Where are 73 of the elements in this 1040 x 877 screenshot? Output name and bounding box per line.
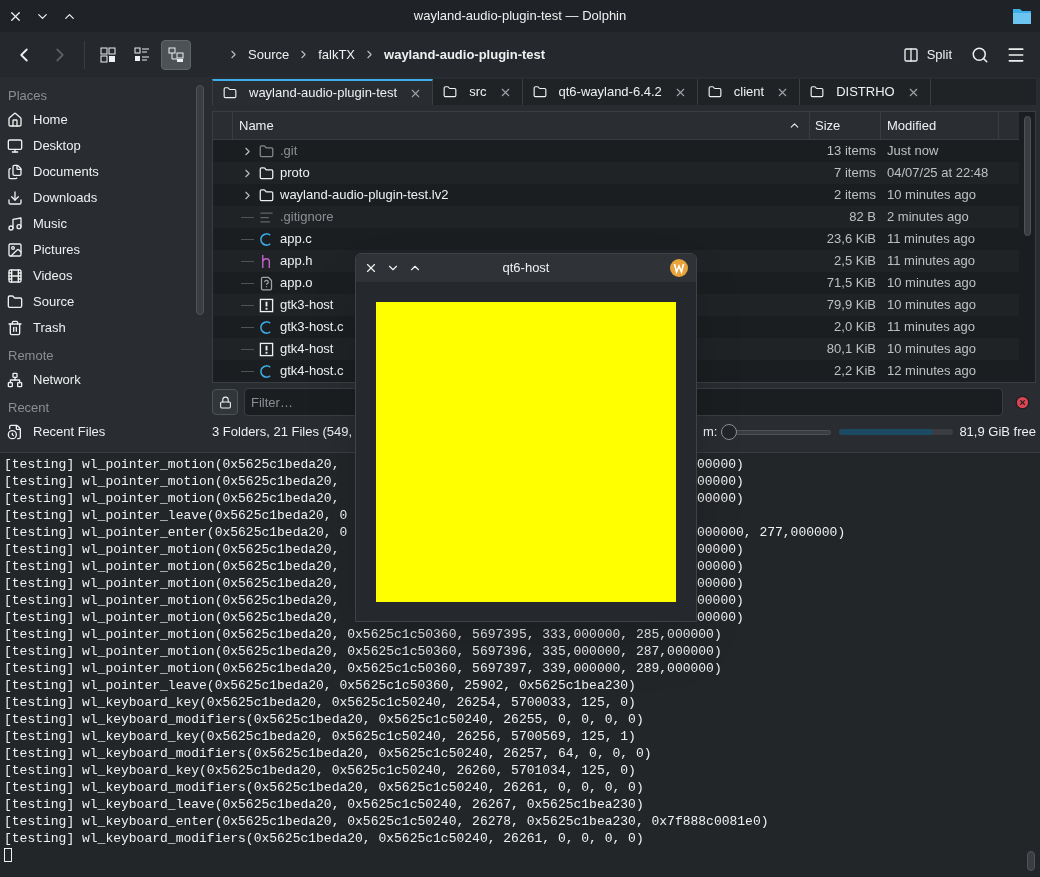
terminal-line: [testing] wl_keyboard_modifiers(0x5625c1beda20, 0x5625c1c50240, 26255, 0, 0, 0, 0) xyxy=(4,711,644,728)
terminal-line: [testing] wl_pointer_motion(0x5625c1beda20, xyxy=(4,610,340,625)
section-header: Places xyxy=(7,87,49,106)
file-size: 2,2 KiB xyxy=(833,362,877,381)
terminal-line: [testing] wl_pointer_motion(0x5625c1beda20, xyxy=(4,491,340,506)
modified-date: 10 minutes ago xyxy=(886,296,977,315)
terminal-line: [testing] wl_keyboard_modifiers(0x5625c1beda20, 0x5625c1c50240, 26261, 0, 0, 0, 0) xyxy=(4,779,644,796)
terminal-line: [testing] wl_pointer_leave(0x5625c1beda20, 0x5625c1c50360, 25902, 0x5625c1bea230) xyxy=(4,677,636,694)
file-size: 7 items xyxy=(833,164,877,183)
terminal-line: [testing] wl_pointer_motion(0x5625c1beda20, 0x5625c1c50360, 5697395, 333,000000, 285,000000) xyxy=(4,626,722,643)
terminal-line: 00000) xyxy=(697,592,744,609)
file-name: gtk4-host xyxy=(280,340,334,359)
terminal-line: [testing] wl_keyboard_modifiers(0x5625c1beda20, 0x5625c1c50240, 26261, 0, 0, 0, 0) xyxy=(4,830,644,847)
file-name: app.o xyxy=(280,274,313,293)
file-size: 80,1 KiB xyxy=(825,340,877,359)
terminal-line: [testing] wl_pointer_motion(0x5625c1beda20, xyxy=(4,474,340,489)
status-summary: 3 Folders, 21 Files (549, xyxy=(212,423,353,442)
terminal-line: [testing] wl_pointer_leave(0x5625c1beda20, 0 xyxy=(4,508,348,523)
file-size: 2 items xyxy=(833,186,877,205)
file-size: 2,0 KiB xyxy=(833,318,877,337)
terminal-line: [testing] wl_pointer_motion(0x5625c1beda20, xyxy=(4,559,340,574)
section-header: Recent xyxy=(7,399,51,418)
terminal-line: 00000) xyxy=(697,609,744,626)
modified-date: 11 minutes ago xyxy=(886,318,976,337)
terminal-line: [testing] wl_keyboard_leave(0x5625c1beda20, 0x5625c1c50240, 26267, 0x5625c1bea230) xyxy=(4,796,644,813)
modified-date: 10 minutes ago xyxy=(886,340,977,359)
free-space: 81,9 GiB free xyxy=(959,423,1036,442)
file-name: wayland-audio-plugin-test.lv2 xyxy=(280,186,449,205)
modified-date: 04/07/25 at 22:48 xyxy=(886,164,990,183)
terminal-line: 00000) xyxy=(697,575,744,592)
terminal-line: [testing] wl_keyboard_key(0x5625c1beda20, 0x5625c1c50240, 26260, 5701034, 125, 0) xyxy=(4,762,636,779)
modified-date: 10 minutes ago xyxy=(886,274,977,293)
file-size: 82 B xyxy=(848,208,877,227)
zoom-label: m: xyxy=(702,423,718,442)
file-name: app.c xyxy=(280,230,312,249)
terminal-line: [testing] wl_pointer_motion(0x5625c1beda20, xyxy=(4,542,340,557)
file-size: 23,6 KiB xyxy=(825,230,877,249)
terminal-line: [testing] wl_pointer_motion(0x5625c1beda20, xyxy=(4,576,340,591)
terminal-line: [testing] wl_keyboard_enter(0x5625c1beda20, 0x5625c1c50240, 26278, 0x5625c1bea230, 0x7f888c0081e0) xyxy=(4,813,769,830)
file-size: 71,5 KiB xyxy=(825,274,877,293)
terminal-line: [testing] wl_keyboard_key(0x5625c1beda20, 0x5625c1c50240, 26256, 5700569, 125, 1) xyxy=(4,728,636,745)
modified-date: Just now xyxy=(886,142,940,161)
terminal-line: [testing] wl_keyboard_key(0x5625c1beda20, 0x5625c1c50240, 26254, 5700033, 125, 0) xyxy=(4,694,636,711)
section-header: Remote xyxy=(7,347,55,366)
modified-date: 2 minutes ago xyxy=(886,208,970,227)
file-name: gtk4-host.c xyxy=(280,362,344,381)
terminal-line: 00000) xyxy=(697,558,744,575)
file-name: gtk3-host.c xyxy=(280,318,344,337)
terminal-line: 00000) xyxy=(697,541,744,558)
modified-date: 11 minutes ago xyxy=(886,252,976,271)
modified-date: 11 minutes ago xyxy=(886,230,976,249)
file-name: .gitignore xyxy=(280,208,334,227)
window-title: qt6-host xyxy=(502,259,550,278)
file-name: .git xyxy=(280,142,298,161)
terminal-line: 00000) xyxy=(697,490,744,507)
modified-date: 10 minutes ago xyxy=(886,186,977,205)
terminal-line: 00000) xyxy=(697,456,744,473)
terminal-line: [testing] wl_pointer_motion(0x5625c1beda20, 0x5625c1c50360, 5697397, 339,000000, 289,000000) xyxy=(4,660,722,677)
file-name: proto xyxy=(280,164,310,183)
terminal-line: [testing] wl_pointer_enter(0x5625c1beda20, 0 xyxy=(4,525,348,540)
file-name: app.h xyxy=(280,252,313,271)
window-title: wayland-audio-plugin-test — Dolphin xyxy=(413,7,627,26)
file-size: 13 items xyxy=(825,142,877,161)
terminal-line: 00000) xyxy=(697,473,744,490)
file-size: 79,9 KiB xyxy=(825,296,877,315)
terminal-line: [testing] wl_pointer_motion(0x5625c1beda20, xyxy=(4,457,340,472)
file-size: 2,5 KiB xyxy=(833,252,877,271)
file-name: gtk3-host xyxy=(280,296,334,315)
terminal-line: [testing] wl_keyboard_modifiers(0x5625c1beda20, 0x5625c1c50240, 26257, 64, 0, 0, 0) xyxy=(4,745,652,762)
terminal-line: 000000, 277,000000) xyxy=(697,524,846,541)
modified-date: 12 minutes ago xyxy=(886,362,977,381)
terminal-line: [testing] wl_pointer_motion(0x5625c1beda20, xyxy=(4,593,340,608)
terminal-line: [testing] wl_pointer_motion(0x5625c1beda20, 0x5625c1c50360, 5697396, 335,000000, 287,000000) xyxy=(4,643,722,660)
